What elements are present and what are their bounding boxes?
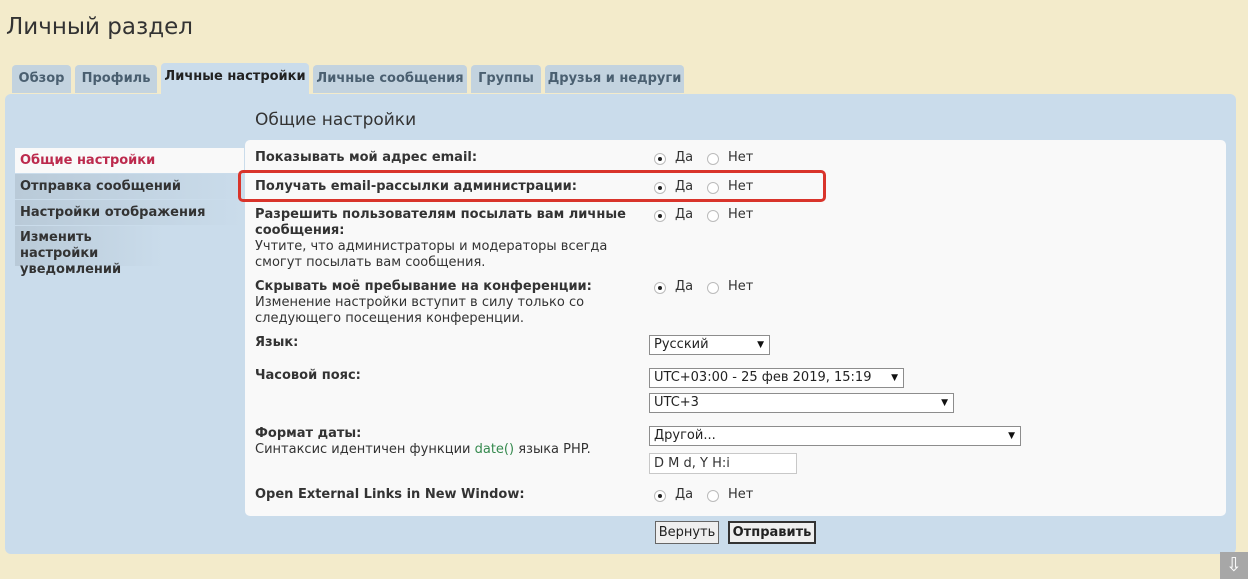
show-email-yes-label[interactable]: Да	[675, 150, 693, 166]
hide-online-no-label[interactable]: Нет	[728, 279, 753, 295]
language-select-value: Русский	[654, 337, 709, 352]
dropdown-arrow-icon: ▼	[941, 398, 948, 408]
hide-online-yes-radio[interactable]	[654, 282, 666, 294]
hide-online-hint: Изменение настройки вступит в силу тольк…	[255, 295, 585, 326]
date-format-hint: Синтаксис идентичен функции date() языка…	[255, 442, 591, 458]
timezone-date-select[interactable]: UTC+03:00 - 25 фев 2019, 15:19 ▼	[649, 368, 904, 388]
hide-online-yes-label[interactable]: Да	[675, 279, 693, 295]
reset-button[interactable]: Вернуть	[655, 521, 719, 544]
tab-overview[interactable]: Обзор	[12, 65, 71, 93]
timezone-zone-select[interactable]: UTC+3 ▼	[649, 393, 954, 413]
external-links-yes-radio[interactable]	[654, 490, 666, 502]
language-label: Язык:	[255, 335, 299, 350]
external-links-no-label[interactable]: Нет	[728, 487, 753, 503]
sidebar-item-general-settings[interactable]: Общие настройки	[15, 148, 244, 173]
timezone-zone-value: UTC+3	[654, 395, 699, 410]
highlight-box	[238, 170, 826, 202]
external-links-no-radio[interactable]	[707, 490, 719, 502]
date-format-select[interactable]: Другой... ▼	[649, 426, 1021, 446]
date-format-select-value: Другой...	[654, 428, 716, 443]
dropdown-arrow-icon: ▼	[891, 373, 898, 383]
hide-online-label: Скрывать моё пребывание на конференции:	[255, 279, 592, 294]
dropdown-arrow-icon: ▼	[757, 340, 764, 350]
date-format-label: Формат даты:	[255, 426, 362, 441]
allow-pm-no-radio[interactable]	[707, 210, 719, 222]
date-format-hint-suffix: языка PHP.	[514, 442, 591, 457]
timezone-label: Часовой пояс:	[255, 368, 361, 383]
allow-pm-hint: Учтите, что администраторы и модераторы …	[255, 239, 608, 270]
submit-button[interactable]: Отправить	[728, 521, 816, 544]
sidebar-item-posting[interactable]: Отправка сообщений	[15, 174, 244, 199]
date-format-custom-input[interactable]: D M d, Y H:i	[649, 453, 797, 474]
page-title: Личный раздел	[6, 14, 193, 40]
allow-pm-no-label[interactable]: Нет	[728, 207, 753, 223]
show-email-no-radio[interactable]	[707, 153, 719, 165]
tab-friends-foes[interactable]: Друзья и недруги	[545, 65, 684, 93]
tab-private-messages[interactable]: Личные сообщения	[313, 65, 467, 93]
date-format-hint-code: date()	[474, 442, 515, 457]
tab-personal-settings[interactable]: Личные настройки	[161, 63, 309, 94]
language-select[interactable]: Русский ▼	[649, 335, 770, 355]
show-email-label: Показывать мой адрес email:	[255, 150, 478, 165]
scroll-down-icon[interactable]: ⇩	[1220, 552, 1248, 579]
external-links-label: Open External Links in New Window:	[255, 487, 525, 502]
allow-pm-yes-radio[interactable]	[654, 210, 666, 222]
external-links-yes-label[interactable]: Да	[675, 487, 693, 503]
tab-profile[interactable]: Профиль	[75, 65, 157, 93]
dropdown-arrow-icon: ▼	[1008, 431, 1015, 441]
date-format-hint-text: Синтаксис идентичен функции	[255, 442, 475, 457]
hide-online-no-radio[interactable]	[707, 282, 719, 294]
timezone-date-value: UTC+03:00 - 25 фев 2019, 15:19	[654, 370, 872, 385]
tab-groups[interactable]: Группы	[471, 65, 541, 93]
allow-pm-yes-label[interactable]: Да	[675, 207, 693, 223]
section-title: Общие настройки	[255, 110, 417, 130]
allow-pm-label: Разрешить пользователям посылать вам лич…	[255, 207, 626, 238]
sidebar-item-display[interactable]: Настройки отображения	[15, 200, 244, 225]
show-email-no-label[interactable]: Нет	[728, 150, 753, 166]
show-email-yes-radio[interactable]	[654, 153, 666, 165]
sidebar-item-notifications[interactable]: Изменить настройки уведомлений	[15, 226, 164, 277]
